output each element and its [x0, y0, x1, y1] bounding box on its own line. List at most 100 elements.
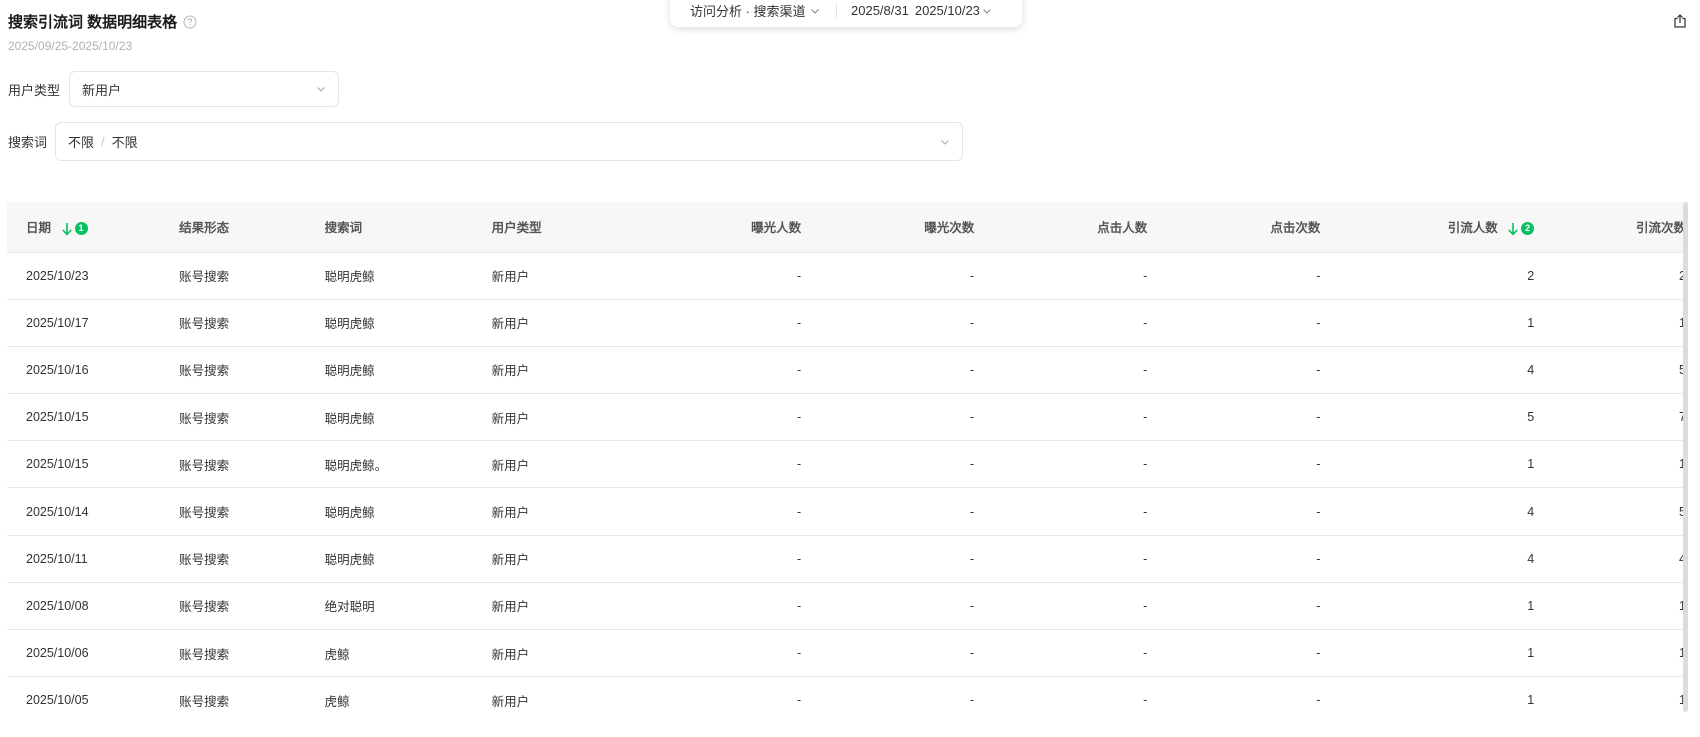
cell-search-term: 绝对聪明 — [324, 582, 492, 631]
cell-result-form: 账号搜索 — [179, 440, 325, 489]
cell-click-count: - — [1147, 299, 1321, 347]
cell-search-term: 聪明虎鲸。 — [324, 440, 492, 489]
export-icon[interactable] — [1672, 13, 1688, 29]
table-row: 2025/10/05账号搜索虎鲸新用户----11 — [7, 676, 1686, 722]
cell-click-count: - — [1147, 440, 1321, 489]
cell-result-form: 账号搜索 — [179, 535, 325, 583]
user-type-select[interactable]: 新用户 — [69, 71, 340, 107]
sort-priority-badge: 2 — [1521, 222, 1535, 236]
cell-search-term: 聪明虎鲸 — [324, 487, 492, 536]
cell-date: 2025/10/15 — [7, 393, 180, 442]
cell-user-type: 新用户 — [491, 440, 624, 489]
cell-referral-users: 4 — [1320, 535, 1535, 583]
cell-click-count: - — [1147, 346, 1321, 395]
user-type-label: 用户类型 — [8, 82, 61, 98]
cell-referral-users: 2 — [1320, 252, 1535, 300]
cell-exposure-count: - — [801, 629, 975, 678]
cell-click-count: - — [1147, 393, 1321, 442]
cell-date: 2025/10/23 — [7, 252, 180, 300]
col-header-exposure-users[interactable]: 曝光人数 — [623, 202, 802, 253]
top-nav-bar: 访问分析 · 搜索渠道 2025/8/31 2025/10/23 — [670, 0, 1022, 27]
cell-click-users: - — [974, 440, 1148, 489]
cell-click-count: - — [1147, 535, 1321, 583]
cell-click-users: - — [974, 299, 1148, 347]
cascader-separator: / — [101, 134, 105, 149]
cell-click-users: - — [974, 629, 1148, 678]
cell-user-type: 新用户 — [491, 487, 624, 536]
cell-click-count: - — [1147, 252, 1321, 300]
cell-referral-count: 1 — [1534, 582, 1686, 631]
table-body: 2025/10/23账号搜索聪明虎鲸新用户----222025/10/17账号搜… — [7, 252, 1686, 722]
cell-referral-count: 1 — [1534, 299, 1686, 347]
data-table: 日期 1 结果形态 搜索词 用户类型 曝光人数 曝光次数 点击人数 点击次数 引… — [7, 202, 1686, 722]
cell-click-users: - — [974, 582, 1148, 631]
cell-referral-users: 4 — [1320, 487, 1535, 536]
cell-date: 2025/10/15 — [7, 440, 180, 489]
cell-exposure-count: - — [801, 487, 975, 536]
cell-click-users: - — [974, 393, 1148, 442]
cell-date: 2025/10/14 — [7, 487, 180, 536]
col-header-date[interactable]: 日期 1 — [7, 202, 180, 253]
cell-exposure-users: - — [623, 582, 802, 631]
help-icon[interactable] — [183, 15, 197, 29]
cell-referral-users: 5 — [1320, 393, 1535, 442]
cell-referral-count: 5 — [1534, 346, 1686, 395]
cell-exposure-users: - — [623, 346, 802, 395]
col-header-click-count[interactable]: 点击次数 — [1147, 202, 1321, 253]
col-header-click-users[interactable]: 点击人数 — [974, 202, 1148, 253]
date-start: 2025/8/31 — [851, 3, 909, 18]
cell-exposure-users: - — [623, 440, 802, 489]
chevron-down-icon — [316, 84, 326, 94]
col-header-referral-users[interactable]: 引流人数 2 — [1320, 202, 1535, 253]
date-range-picker[interactable]: 2025/8/31 2025/10/23 — [851, 3, 992, 18]
chevron-down-icon — [982, 6, 992, 16]
analysis-channel-dropdown[interactable]: 访问分析 · 搜索渠道 — [670, 1, 832, 20]
table-header-row: 日期 1 结果形态 搜索词 用户类型 曝光人数 曝光次数 点击人数 点击次数 引… — [7, 202, 1686, 253]
search-term-level-1: 不限 — [68, 135, 95, 150]
cell-result-form: 账号搜索 — [179, 299, 325, 347]
cell-exposure-count: - — [801, 299, 975, 347]
chevron-down-icon — [940, 137, 950, 147]
col-header-exposure-count[interactable]: 曝光次数 — [801, 202, 975, 253]
analysis-channel-label: 访问分析 · 搜索渠道 — [690, 4, 806, 19]
cell-referral-count: 1 — [1534, 676, 1686, 722]
cell-referral-users: 4 — [1320, 346, 1535, 395]
page-title: 搜索引流词 数据明细表格 — [8, 14, 178, 31]
table-scrollbar[interactable] — [1683, 202, 1688, 712]
cell-referral-count: 5 — [1534, 487, 1686, 536]
arrow-down-icon — [1508, 222, 1518, 236]
cell-referral-count: 2 — [1534, 252, 1686, 300]
cell-exposure-users: - — [623, 252, 802, 300]
chevron-down-icon — [810, 6, 820, 16]
cell-result-form: 账号搜索 — [179, 346, 325, 395]
table-row: 2025/10/14账号搜索聪明虎鲸新用户----45 — [7, 487, 1686, 536]
cell-search-term: 聪明虎鲸 — [324, 299, 492, 347]
cell-referral-count: 4 — [1534, 535, 1686, 583]
cell-date: 2025/10/05 — [7, 676, 180, 722]
date-end: 2025/10/23 — [914, 3, 980, 18]
cell-date: 2025/10/06 — [7, 629, 180, 678]
cell-exposure-users: - — [623, 629, 802, 678]
table-row: 2025/10/23账号搜索聪明虎鲸新用户----22 — [7, 252, 1686, 300]
cell-click-count: - — [1147, 582, 1321, 631]
cell-search-term: 虎鲸 — [324, 629, 492, 678]
cell-referral-count: 1 — [1534, 629, 1686, 678]
cell-result-form: 账号搜索 — [179, 393, 325, 442]
cell-user-type: 新用户 — [491, 629, 624, 678]
cell-referral-users: 1 — [1320, 440, 1535, 489]
user-type-value: 新用户 — [82, 82, 122, 98]
cell-click-users: - — [974, 535, 1148, 583]
col-header-referral-count[interactable]: 引流次数 — [1534, 202, 1686, 253]
cell-user-type: 新用户 — [491, 252, 624, 300]
arrow-down-icon — [61, 222, 72, 236]
cell-user-type: 新用户 — [491, 393, 624, 442]
cell-click-users: - — [974, 252, 1148, 300]
table-row: 2025/10/15账号搜索聪明虎鲸新用户----57 — [7, 393, 1686, 442]
col-header-user-type: 用户类型 — [491, 202, 624, 253]
cell-result-form: 账号搜索 — [179, 582, 325, 631]
search-term-cascader[interactable]: 不限 / 不限 — [55, 122, 964, 161]
sort-indicator: 2 — [1507, 222, 1535, 236]
cell-referral-count: 7 — [1534, 393, 1686, 442]
cell-user-type: 新用户 — [491, 299, 624, 347]
cell-exposure-users: - — [623, 535, 802, 583]
